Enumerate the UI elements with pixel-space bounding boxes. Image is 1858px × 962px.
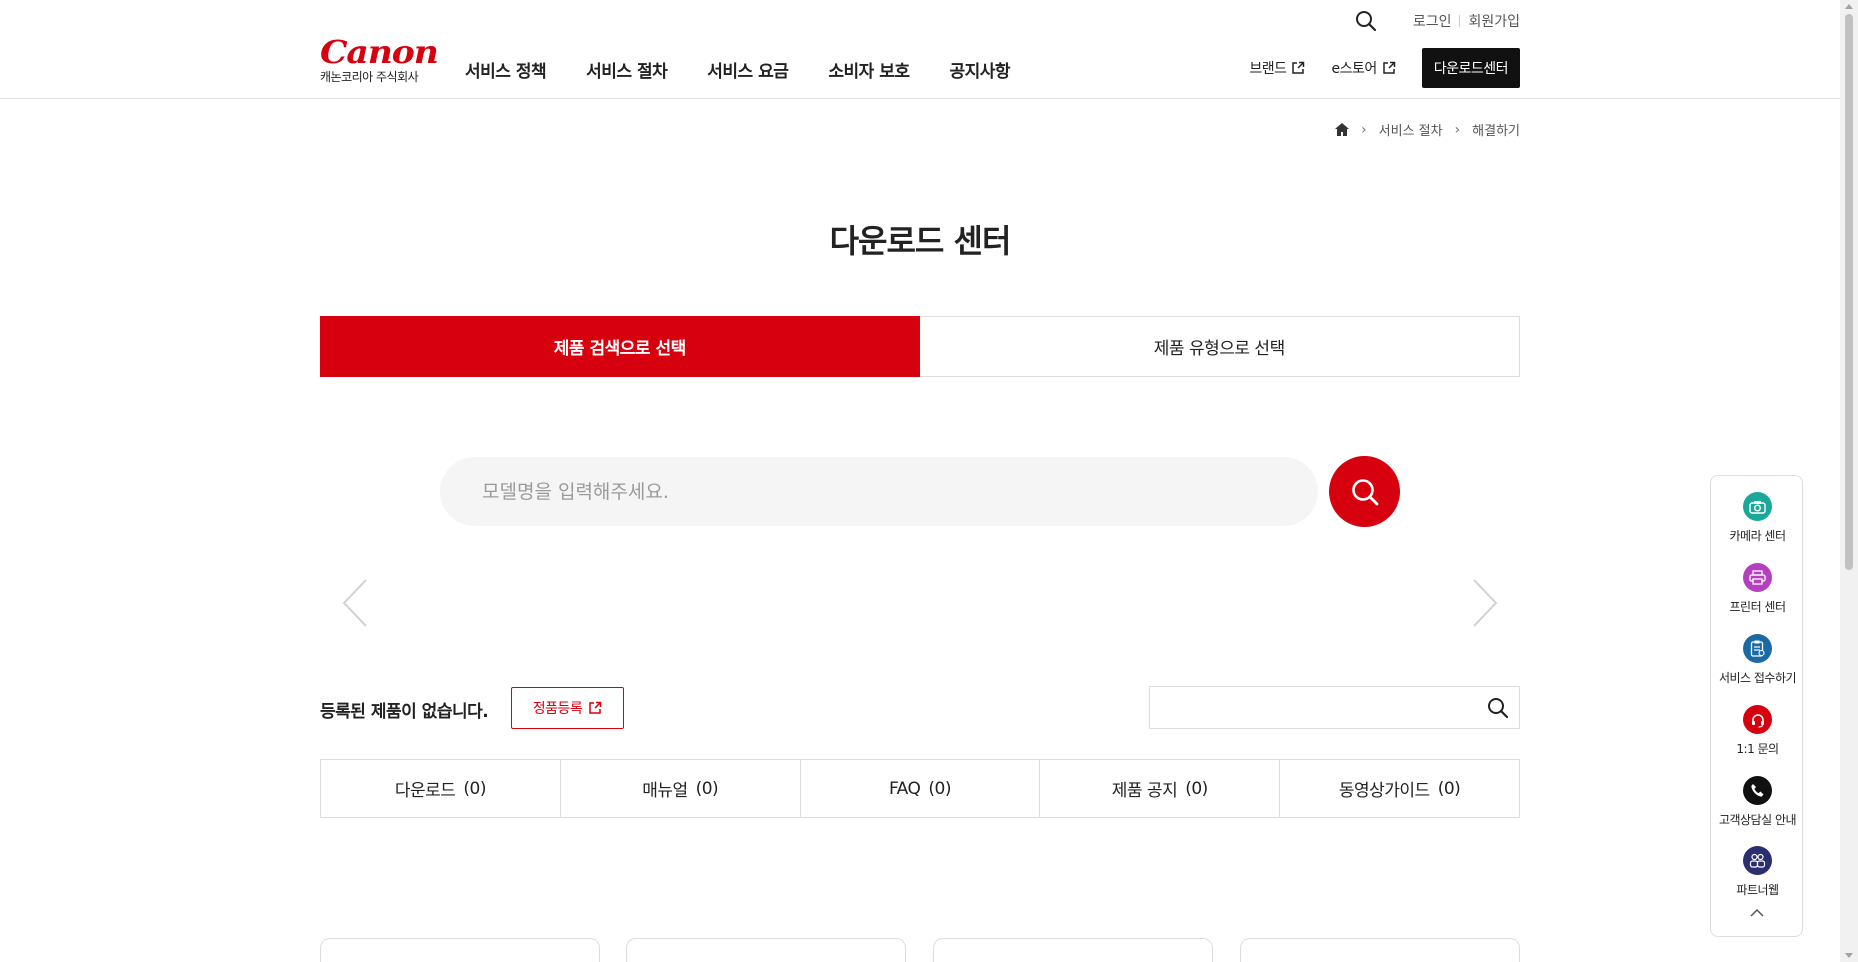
phone-icon (1743, 776, 1772, 805)
download-center-button[interactable]: 다운로드센터 (1421, 48, 1520, 88)
content-count-tabs: 다운로드 (0) 매뉴얼 (0) FAQ (0) 제품 공지 (0) 동영상가이드 (0) (320, 759, 1520, 818)
site-header: Canon 캐논코리아 주식회사 로그인 회원가입 서비스 정책 서비스 절차 … (0, 0, 1858, 99)
page-title: 다운로드 센터 (829, 222, 1012, 260)
model-search-box (440, 457, 1318, 526)
nav-service-fee[interactable]: 서비스 요금 (707, 57, 789, 82)
model-search-input[interactable] (482, 480, 1318, 503)
count-label: FAQ (888, 778, 921, 799)
quick-camera-center[interactable]: 카메라 센터 (1711, 492, 1804, 544)
clipboard-icon (1743, 634, 1772, 663)
count-value: (0) (1437, 778, 1461, 799)
floating-quick-menu: 카메라 센터 프린터 센터 서비스 접수하기 1:1 문의 고객상담실 안내 파… (1710, 475, 1803, 937)
count-label: 동영상가이드 (1338, 781, 1430, 801)
brand-link[interactable]: 브랜드 (1249, 58, 1305, 78)
info-card[interactable] (320, 938, 600, 962)
info-card[interactable] (933, 938, 1213, 962)
count-tab-faq[interactable]: FAQ (0) (801, 760, 1041, 817)
scrollbar-thumb[interactable] (1845, 14, 1853, 570)
search-icon (1351, 478, 1378, 505)
count-tab-product-notice[interactable]: 제품 공지 (0) (1040, 760, 1281, 817)
scroll-up-arrow[interactable] (1845, 4, 1853, 9)
quick-service-request[interactable]: 서비스 접수하기 (1711, 634, 1804, 686)
count-value: (0) (1185, 778, 1208, 799)
model-search-button[interactable] (1329, 456, 1400, 527)
quick-partner-web[interactable]: 파트너웹 (1711, 846, 1804, 898)
estore-link[interactable]: e스토어 (1331, 58, 1395, 78)
quick-one-to-one-inquiry[interactable]: 1:1 문의 (1711, 705, 1804, 757)
camera-icon (1743, 492, 1772, 521)
canon-logo[interactable]: Canon 캐논코리아 주식회사 (320, 36, 439, 85)
count-value: (0) (928, 778, 951, 799)
main-nav: 서비스 정책 서비스 절차 서비스 요금 소비자 보호 공지사항 (465, 57, 1050, 82)
brand-link-label: 브랜드 (1249, 61, 1287, 77)
util-divider (1459, 15, 1461, 27)
header-search-icon[interactable] (1355, 10, 1377, 32)
breadcrumb: › 서비스 절차 › 해결하기 (1335, 120, 1520, 139)
header-quick-links: 브랜드 e스토어 다운로드센터 (1249, 48, 1520, 88)
breadcrumb-current[interactable]: 해결하기 (1472, 120, 1520, 139)
external-link-icon (1382, 61, 1395, 74)
logo-word: Canon (320, 33, 439, 71)
chevron-right-icon: › (1361, 121, 1367, 138)
content-filter-box (1149, 686, 1520, 729)
quick-menu-label: 1:1 문의 (1736, 742, 1779, 756)
quick-menu-label: 카메라 센터 (1729, 529, 1786, 543)
content-filter-input[interactable] (1158, 695, 1478, 721)
count-value: (0) (463, 778, 486, 799)
quick-menu-label: 고객상담실 안내 (1718, 813, 1797, 827)
breadcrumb-item[interactable]: 서비스 절차 (1379, 120, 1443, 139)
quick-customer-center[interactable]: 고객상담실 안내 (1711, 776, 1804, 828)
utility-menu: 로그인 회원가입 (1355, 10, 1520, 32)
nav-service-procedure[interactable]: 서비스 절차 (586, 57, 668, 82)
partner-icon (1743, 846, 1772, 875)
count-tab-video-guide[interactable]: 동영상가이드 (0) (1280, 760, 1519, 817)
no-registered-products-message: 등록된 제품이 없습니다. (320, 702, 489, 722)
estore-link-label: e스토어 (1331, 61, 1377, 77)
home-icon[interactable] (1335, 123, 1349, 136)
info-card[interactable] (1240, 938, 1520, 962)
headset-icon (1743, 705, 1772, 734)
page-scrollbar[interactable] (1840, 0, 1858, 962)
tab-product-type[interactable]: 제품 유형으로 선택 (920, 317, 1520, 376)
product-registration-label: 정품등록 (532, 701, 583, 717)
quick-menu-label: 프린터 센터 (1729, 600, 1786, 614)
printer-icon (1743, 563, 1772, 592)
external-link-icon (1292, 61, 1305, 74)
chevron-right-icon: › (1454, 121, 1461, 138)
carousel-next-arrow[interactable] (1470, 578, 1500, 628)
chevron-up-icon[interactable] (1749, 908, 1765, 918)
login-link[interactable]: 로그인 (1413, 11, 1452, 31)
nav-notice[interactable]: 공지사항 (950, 57, 1011, 82)
quick-menu-label: 파트너웹 (1736, 883, 1779, 897)
selection-tabs: 제품 검색으로 선택 제품 유형으로 선택 (320, 316, 1520, 377)
count-tab-download[interactable]: 다운로드 (0) (321, 760, 561, 817)
join-link[interactable]: 회원가입 (1468, 11, 1520, 31)
quick-printer-center[interactable]: 프린터 센터 (1711, 563, 1804, 615)
count-label: 매뉴얼 (642, 781, 688, 801)
count-label: 제품 공지 (1111, 781, 1178, 801)
info-card[interactable] (626, 938, 906, 962)
external-link-icon (589, 701, 602, 714)
scroll-down-arrow[interactable] (1845, 953, 1853, 958)
count-value: (0) (695, 778, 719, 799)
count-tab-manual[interactable]: 매뉴얼 (0) (561, 760, 801, 817)
product-registration-button[interactable]: 정품등록 (511, 687, 624, 729)
count-label: 다운로드 (394, 781, 456, 801)
nav-consumer-protection[interactable]: 소비자 보호 (828, 57, 910, 82)
tab-product-search[interactable]: 제품 검색으로 선택 (320, 316, 920, 377)
quick-menu-label: 서비스 접수하기 (1718, 671, 1797, 685)
carousel-prev-arrow[interactable] (340, 578, 370, 628)
nav-service-policy[interactable]: 서비스 정책 (465, 57, 547, 82)
search-icon[interactable] (1487, 697, 1509, 719)
